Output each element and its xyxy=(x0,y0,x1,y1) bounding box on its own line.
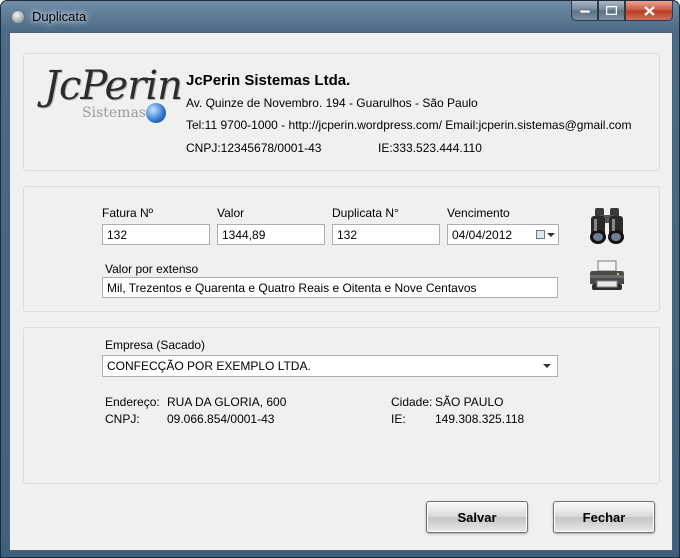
company-logo: JcPerin Sistemas xyxy=(40,63,183,133)
vencimento-datepicker[interactable]: 04/04/2012 xyxy=(447,224,559,245)
duplicata-window: Duplicata JcPerin Sistemas JcPerin Siste… xyxy=(0,0,680,558)
company-contact: Tel:11 9700-1000 - http://jcperin.wordpr… xyxy=(186,118,632,132)
close-button[interactable] xyxy=(625,1,673,21)
extenso-label: Valor por extenso xyxy=(105,262,199,276)
company-cnpj: CNPJ:12345678/0001-43 xyxy=(186,141,322,155)
print-button[interactable] xyxy=(586,257,628,295)
app-icon xyxy=(11,10,25,24)
valor-label: Valor xyxy=(217,206,245,220)
cidade-label: Cidade: xyxy=(391,395,433,409)
calendar-icon xyxy=(536,230,545,239)
salvar-button[interactable]: Salvar xyxy=(426,501,528,533)
globe-icon xyxy=(146,103,166,123)
fatura-input[interactable]: 132 xyxy=(102,224,210,245)
preview-button[interactable] xyxy=(586,205,628,247)
vencimento-label: Vencimento xyxy=(447,206,510,220)
client-area: JcPerin Sistemas JcPerin Sistemas Ltda. … xyxy=(9,32,673,551)
close-icon xyxy=(643,5,655,16)
extenso-input[interactable]: Mil, Trezentos e Quarenta e Quatro Reais… xyxy=(102,277,558,298)
company-address: Av. Quinze de Novembro. 194 - Guarulhos … xyxy=(186,96,478,110)
printer-icon xyxy=(590,260,624,290)
endereco-label: Endereço: xyxy=(105,395,160,409)
minimize-button[interactable] xyxy=(571,1,598,21)
maximize-icon xyxy=(606,6,617,15)
calendar-dropdown-button[interactable] xyxy=(536,227,556,242)
maximize-button[interactable] xyxy=(598,1,625,21)
duplicata-label: Duplicata N° xyxy=(332,206,399,220)
cnpj-label: CNPJ: xyxy=(105,412,140,426)
company-ie: IE:333.523.444.110 xyxy=(378,141,482,155)
company-name: JcPerin Sistemas Ltda. xyxy=(186,72,351,89)
chevron-down-icon xyxy=(547,232,555,237)
endereco-value: RUA DA GLORIA, 600 xyxy=(167,395,287,409)
empresa-select[interactable]: CONFECÇÃO POR EXEMPLO LTDA. xyxy=(102,355,558,377)
chevron-down-icon xyxy=(543,364,551,368)
logo-text: JcPerin xyxy=(44,63,183,109)
title-bar[interactable]: Duplicata xyxy=(1,1,679,33)
ie-value: 149.308.325.118 xyxy=(435,412,525,426)
valor-input[interactable]: 1344,89 xyxy=(217,224,325,245)
logo-subtext: Sistemas xyxy=(82,105,146,121)
fechar-button[interactable]: Fechar xyxy=(553,501,655,533)
binoculars-icon xyxy=(590,208,624,244)
vencimento-value: 04/04/2012 xyxy=(452,228,513,242)
window-title: Duplicata xyxy=(32,9,87,24)
duplicata-input[interactable]: 132 xyxy=(332,224,440,245)
cnpj-value: 09.066.854/0001-43 xyxy=(167,412,275,426)
empresa-selected-value: CONFECÇÃO POR EXEMPLO LTDA. xyxy=(107,359,311,373)
empresa-label: Empresa (Sacado) xyxy=(105,338,206,352)
window-controls xyxy=(571,1,673,21)
ie-label: IE: xyxy=(391,412,406,426)
minimize-icon xyxy=(579,9,590,13)
cidade-value: SÃO PAULO xyxy=(435,395,504,409)
fatura-label: Fatura Nº xyxy=(102,206,154,220)
